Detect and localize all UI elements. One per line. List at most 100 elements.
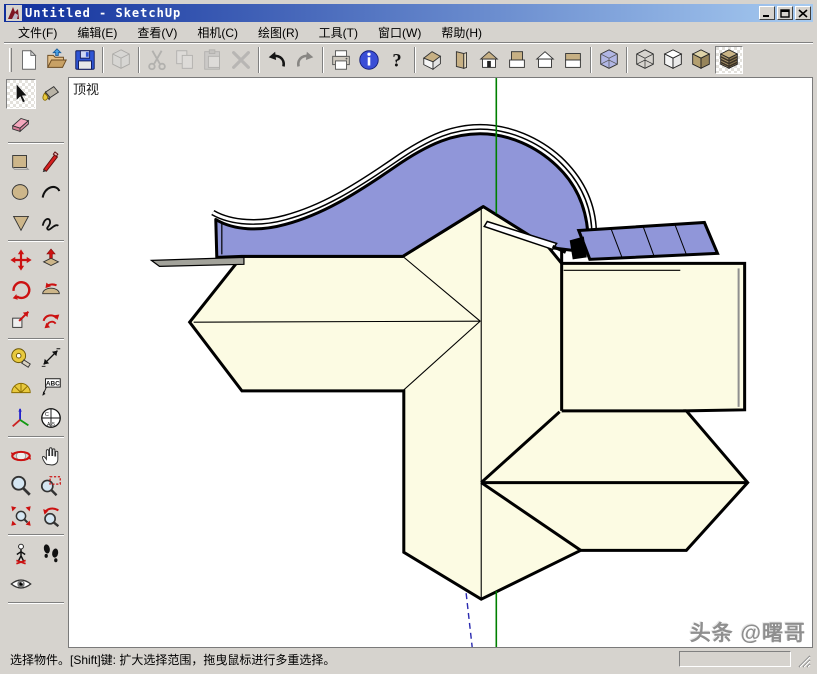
offset-button[interactable] [36,305,66,335]
undo-button[interactable] [263,46,291,74]
walk-button[interactable] [36,539,66,569]
position-camera-button[interactable] [6,539,36,569]
help-icon: ? [385,48,409,72]
view-iso-button[interactable] [419,46,447,74]
resize-grip[interactable] [797,654,811,668]
viewport[interactable]: 顶视 头条 @曙哥 [68,77,813,648]
copy-button[interactable] [171,46,199,74]
scale-icon [9,308,33,332]
zoom-icon [9,474,33,498]
style-hidden-line-button[interactable] [659,46,687,74]
svg-text:C: C [45,412,49,418]
move-button[interactable] [6,245,36,275]
erase-icon [229,48,253,72]
status-text: 选择物件。[Shift]键: 扩大选择范围，拖曳鼠标进行多重选择。 [10,651,335,668]
entity-info-button[interactable] [355,46,383,74]
polygon-button[interactable] [6,207,36,237]
eave-ledge [151,257,243,266]
text-button[interactable]: ABC [36,373,66,403]
style-textured-button[interactable] [715,46,743,74]
svg-text:ABC: ABC [46,381,60,388]
tape-measure-button[interactable] [6,343,36,373]
blue-axis-dashed [466,593,472,647]
zoom-button[interactable] [6,471,36,501]
rectangle-button[interactable] [6,147,36,177]
eraser-button[interactable] [6,109,36,139]
redo-button[interactable] [291,46,319,74]
toolbar-grip[interactable] [9,48,12,72]
view-front-button[interactable] [475,46,503,74]
line-button[interactable] [36,147,66,177]
section-icon: CA-5 [39,406,63,430]
view-right-icon [449,48,473,72]
paint-bucket-button[interactable] [36,79,66,109]
follow-me-icon [39,278,63,302]
maximize-button[interactable] [777,6,793,20]
sketchup-logo-icon [6,5,22,21]
look-around-button[interactable] [6,569,36,599]
menu-item-4[interactable]: 绘图(R) [248,22,309,43]
help-button[interactable]: ? [383,46,411,74]
dimension-button[interactable] [36,343,66,373]
look-around-icon [9,572,33,596]
style-shaded-button[interactable] [687,46,715,74]
style-xray-button[interactable] [595,46,623,74]
view-right-button[interactable] [447,46,475,74]
open-file-button[interactable] [43,46,71,74]
follow-me-button[interactable] [36,275,66,305]
menu-item-6[interactable]: 窗口(W) [368,22,431,43]
menu-item-5[interactable]: 工具(T) [309,22,368,43]
minimize-button[interactable] [759,6,775,20]
zoom-previous-icon [39,504,63,528]
style-xray-icon [597,48,621,72]
section-button[interactable]: CA-5 [36,403,66,433]
rectangle-icon [9,150,33,174]
toolbar-separator [626,47,628,73]
title-bar: Untitled - SketchUp [4,4,813,22]
menu-item-0[interactable]: 文件(F) [8,22,67,43]
axes-button[interactable] [6,403,36,433]
view-back-button[interactable] [531,46,559,74]
zoom-extents-button[interactable] [6,501,36,531]
maximize-icon [780,9,790,18]
cut-icon [145,48,169,72]
new-file-icon [17,48,41,72]
dimension-icon [39,346,63,370]
arc-button[interactable] [36,177,66,207]
make-component-button[interactable] [107,46,135,74]
style-wireframe-button[interactable] [631,46,659,74]
push-pull-button[interactable] [36,245,66,275]
rotate-button[interactable] [6,275,36,305]
erase-button[interactable] [227,46,255,74]
orbit-button[interactable] [6,441,36,471]
zoom-window-button[interactable] [36,471,66,501]
scale-button[interactable] [6,305,36,335]
zoom-previous-button[interactable] [36,501,66,531]
freehand-button[interactable] [36,207,66,237]
save-file-button[interactable] [71,46,99,74]
menu-item-2[interactable]: 查看(V) [127,22,187,43]
measurements-box[interactable] [679,651,791,667]
close-button[interactable] [795,6,811,20]
style-hidden-line-icon [661,48,685,72]
view-left-button[interactable] [559,46,587,74]
window-title: Untitled - SketchUp [25,6,759,20]
print-button[interactable] [327,46,355,74]
polygon-icon [9,210,33,234]
model-drawing [69,78,812,647]
cut-button[interactable] [143,46,171,74]
paste-button[interactable] [199,46,227,74]
tape-measure-icon [9,346,33,370]
menu-item-7[interactable]: 帮助(H) [431,22,492,43]
select-button[interactable] [6,79,36,109]
circle-button[interactable] [6,177,36,207]
protractor-button[interactable] [6,373,36,403]
wall-corner-block [570,236,587,259]
menu-item-3[interactable]: 相机(C) [187,22,248,43]
orbit-icon [9,444,33,468]
toolbar-separator [590,47,592,73]
new-file-button[interactable] [15,46,43,74]
menu-item-1[interactable]: 编辑(E) [67,22,127,43]
pan-button[interactable] [36,441,66,471]
view-top-button[interactable] [503,46,531,74]
